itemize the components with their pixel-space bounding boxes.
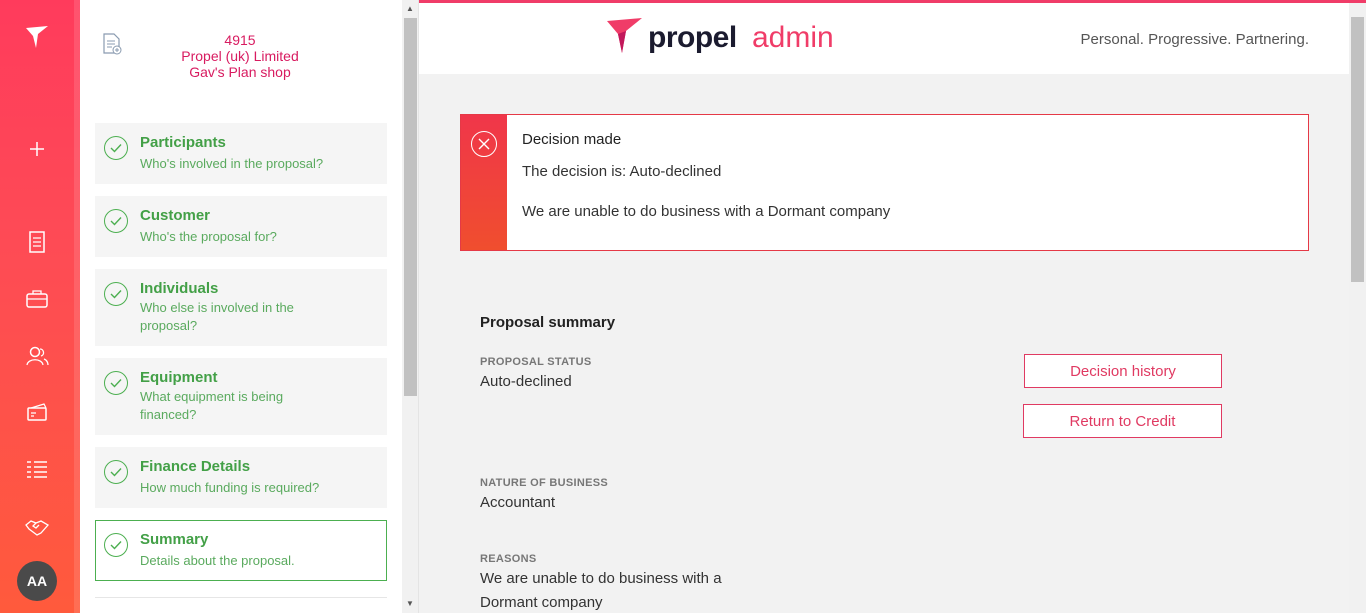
summary-title: Proposal summary — [480, 314, 616, 331]
step-subtitle: Who's involved in the proposal? — [140, 156, 324, 171]
scroll-thumb[interactable] — [1351, 17, 1364, 282]
close-circle-icon — [471, 131, 497, 157]
side-rail: AA — [0, 0, 80, 613]
step-subtitle: Who else is involved in the proposal? — [140, 300, 294, 333]
step-title: Summary — [140, 531, 209, 548]
step-participants[interactable]: Participants Who's involved in the propo… — [95, 123, 387, 184]
check-circle-icon — [104, 282, 128, 306]
step-subtitle: Who's the proposal for? — [140, 229, 277, 244]
tagline: Personal. Progressive. Partnering. — [1080, 31, 1309, 48]
card-icon[interactable] — [22, 398, 52, 428]
scroll-thumb[interactable] — [404, 18, 417, 396]
logo-word-admin: admin — [752, 21, 834, 54]
step-individuals[interactable]: Individuals Who else is involved in the … — [95, 269, 387, 346]
document-icon[interactable] — [22, 227, 52, 257]
step-title: Equipment — [140, 369, 218, 386]
status-label: PROPOSAL STATUS — [480, 356, 592, 368]
add-icon[interactable] — [22, 134, 52, 164]
propel-logo-icon — [607, 18, 642, 53]
step-title: Finance Details — [140, 458, 251, 475]
step-finance-details[interactable]: Finance Details How much funding is requ… — [95, 447, 387, 508]
return-to-credit-button[interactable]: Return to Credit — [1023, 404, 1222, 438]
app-header: propel admin Personal. Progressive. Part… — [419, 3, 1349, 74]
step-title: Participants — [140, 134, 226, 151]
avatar[interactable]: AA — [17, 561, 57, 601]
alert-decision: The decision is: Auto-declined — [522, 163, 722, 180]
check-circle-icon — [104, 136, 128, 160]
steps-scrollbar[interactable]: ▲ ▼ — [402, 0, 419, 613]
step-title: Individuals — [140, 280, 219, 297]
alert-bar — [461, 115, 507, 250]
alert-title: Decision made — [522, 131, 622, 148]
logo-word-propel: propel — [648, 21, 737, 54]
decision-alert: Decision made The decision is: Auto-decl… — [460, 114, 1309, 251]
step-subtitle: Details about the proposal. — [140, 553, 295, 568]
check-circle-icon — [104, 460, 128, 484]
scroll-down-icon[interactable]: ▼ — [406, 599, 414, 608]
step-summary[interactable]: Summary Details about the proposal. — [95, 520, 387, 581]
check-circle-icon — [104, 371, 128, 395]
step-customer[interactable]: Customer Who's the proposal for? — [95, 196, 387, 257]
reasons-value: We are unable to do business with a Dorm… — [480, 570, 722, 611]
nature-value: Accountant — [480, 494, 556, 511]
proposal-company: Propel (uk) Limited — [181, 48, 299, 64]
check-circle-icon — [104, 533, 128, 557]
reasons-label: REASONS — [480, 553, 537, 565]
proposal-header: 4915 Propel (uk) Limited Gav's Plan shop — [95, 30, 385, 90]
brand-logo-icon[interactable] — [22, 22, 52, 52]
handshake-icon[interactable] — [22, 512, 52, 542]
step-subtitle: What equipment is being financed? — [140, 389, 284, 422]
users-icon[interactable] — [22, 341, 52, 371]
step-title: Customer — [140, 207, 211, 224]
check-circle-icon — [104, 209, 128, 233]
nature-label: NATURE OF BUSINESS — [480, 477, 609, 489]
proposal-id: 4915 — [224, 32, 256, 48]
list-icon[interactable] — [22, 455, 52, 485]
divider — [95, 597, 387, 598]
briefcase-icon[interactable] — [22, 284, 52, 314]
step-subtitle: How much funding is required? — [140, 480, 320, 495]
proposal-shop: Gav's Plan shop — [189, 64, 291, 80]
step-equipment[interactable]: Equipment What equipment is being financ… — [95, 358, 387, 435]
main-scrollbar[interactable] — [1349, 3, 1366, 613]
status-value: Auto-declined — [480, 373, 572, 390]
decision-history-button[interactable]: Decision history — [1024, 354, 1222, 388]
scroll-up-icon[interactable]: ▲ — [406, 4, 414, 13]
alert-message: We are unable to do business with a Dorm… — [522, 203, 891, 220]
